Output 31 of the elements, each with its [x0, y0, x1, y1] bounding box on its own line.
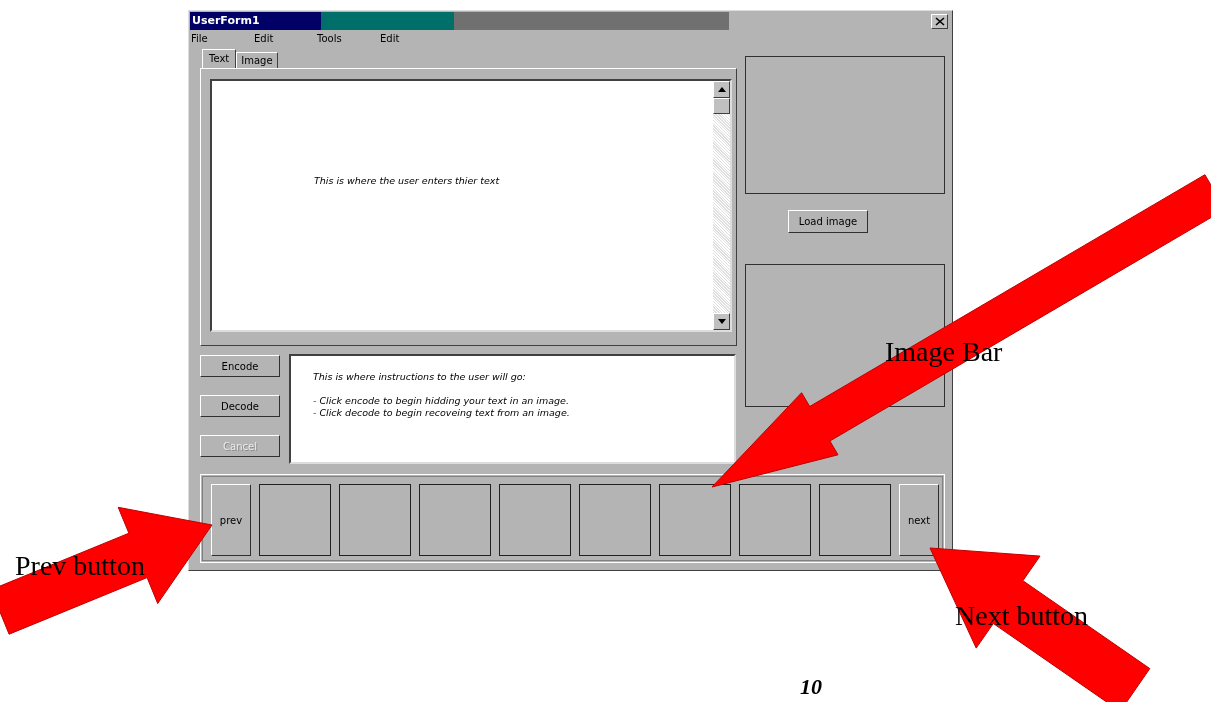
thumbnail-slot[interactable] [579, 484, 651, 556]
up-arrow-icon [717, 87, 726, 92]
thumbnail-slot[interactable] [739, 484, 811, 556]
load-image-button[interactable]: Load image [788, 210, 868, 233]
instruction-text: - Click encode to begin hidding your text in an image. [313, 395, 570, 407]
window-title: UserForm1 [190, 12, 321, 30]
menu-item[interactable]: Tools [317, 32, 380, 47]
menu-item[interactable]: File [191, 32, 254, 47]
thumbnail-slot[interactable] [259, 484, 331, 556]
thumbnail-slot[interactable] [819, 484, 891, 556]
down-arrow-icon [717, 319, 726, 324]
tab[interactable]: Text [202, 49, 237, 68]
thumbnail-slot[interactable] [499, 484, 571, 556]
form-button[interactable]: Decode [200, 395, 280, 417]
menu-item[interactable]: Edit [254, 32, 317, 47]
scroll-thumb[interactable] [713, 98, 730, 114]
close-icon [934, 17, 945, 26]
menu-item[interactable]: Edit [380, 32, 443, 47]
form-button[interactable]: Encode [200, 355, 280, 377]
scrollbar[interactable] [713, 81, 730, 330]
text-input-area[interactable]: This is where the user enters thier text [210, 79, 732, 332]
page-number: 10 [800, 674, 822, 700]
prev-button[interactable]: prev [211, 484, 251, 556]
tab[interactable]: Image [236, 52, 278, 68]
next-button[interactable]: next [899, 484, 939, 556]
instruction-text: - Click decode to begin recoveing text from an image. [313, 407, 571, 419]
instruction-text: This is where instructions to the user will go: [313, 371, 527, 383]
thumbnail-slot[interactable] [419, 484, 491, 556]
thumbnail-slot[interactable] [659, 484, 731, 556]
close-button[interactable] [931, 14, 948, 29]
thumbnail-slot[interactable] [339, 484, 411, 556]
